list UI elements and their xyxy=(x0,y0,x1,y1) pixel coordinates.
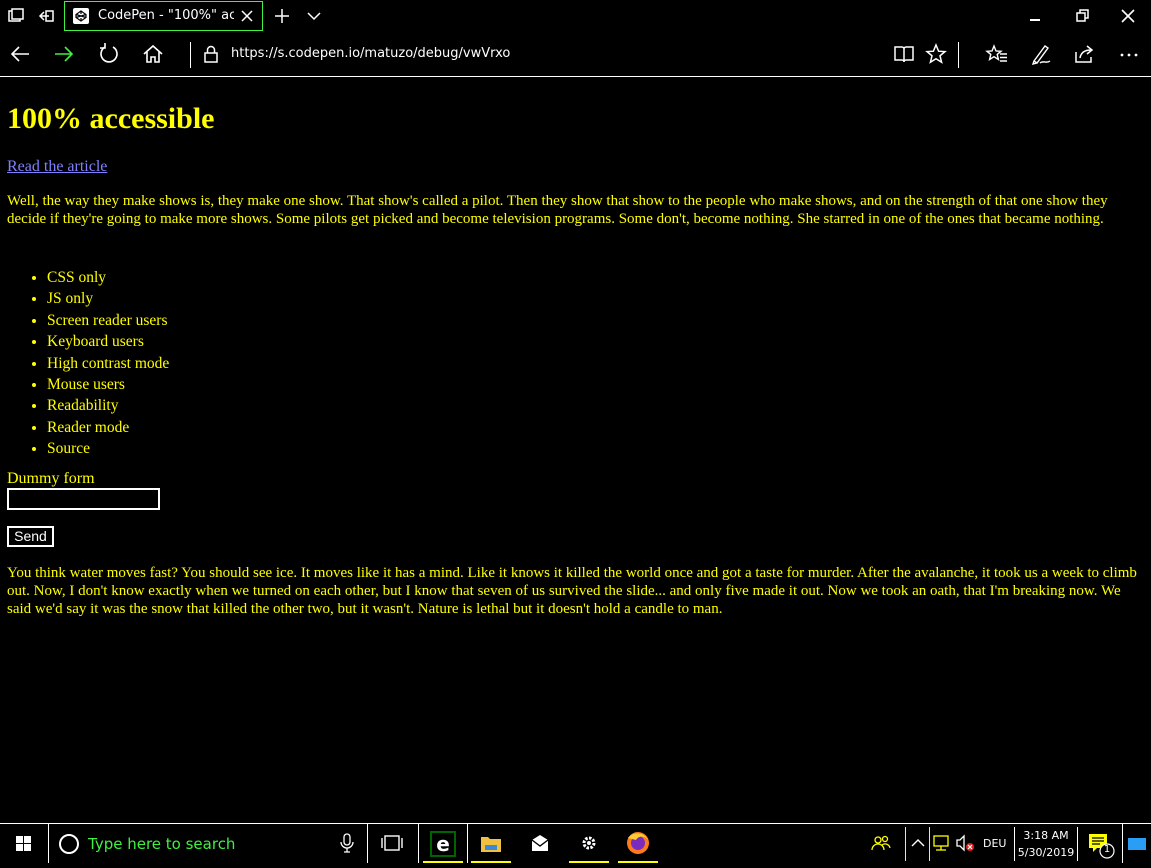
cortana-icon xyxy=(59,834,79,854)
taskbar-firefox[interactable] xyxy=(614,824,662,863)
network-icon[interactable] xyxy=(931,832,953,854)
windows-taskbar: Type here to search e DEU 3:18 AM 5/30/2… xyxy=(0,823,1151,863)
task-view-button[interactable] xyxy=(368,824,416,863)
edge-icon: e xyxy=(430,831,456,857)
notification-count: 1 xyxy=(1103,844,1111,855)
reading-view-icon[interactable] xyxy=(892,42,916,66)
favorites-hub-icon[interactable] xyxy=(985,42,1009,66)
list-item: Mouse users xyxy=(47,374,169,395)
clock-date: 5/30/2019 xyxy=(1017,846,1075,859)
svg-text:e: e xyxy=(436,832,450,856)
favorite-star-icon[interactable] xyxy=(924,42,948,66)
read-article-link[interactable]: Read the article xyxy=(7,157,107,177)
dummy-form-label: Dummy form xyxy=(7,470,95,487)
send-button[interactable]: Send xyxy=(7,526,54,547)
search-placeholder: Type here to search xyxy=(88,835,236,853)
list-item: Reader mode xyxy=(47,417,169,438)
notification-icon xyxy=(1089,834,1115,859)
more-options-icon[interactable] xyxy=(1117,42,1141,66)
toolbar-divider xyxy=(190,42,191,68)
set-aside-tabs-icon[interactable] xyxy=(36,6,56,26)
feature-list: CSS only JS only Screen reader users Key… xyxy=(7,267,169,460)
list-item: JS only xyxy=(47,288,169,309)
task-view-icon xyxy=(381,835,403,851)
volume-muted-icon[interactable] xyxy=(954,832,976,854)
outro-paragraph: You think water moves fast? You should s… xyxy=(7,565,1137,617)
tray-divider xyxy=(905,827,906,861)
action-center-button[interactable]: 1 xyxy=(1080,824,1120,863)
input-language[interactable]: DEU xyxy=(983,837,1006,850)
page-content: 100% accessible Read the article Well, t… xyxy=(0,77,1151,823)
mail-icon xyxy=(531,835,549,851)
windows-start-icon[interactable] xyxy=(0,824,48,863)
tab-manager-icon[interactable] xyxy=(6,6,26,26)
address-bar[interactable]: https://s.codepen.io/matuzo/debug/vwVrxo xyxy=(231,46,510,61)
list-item: Keyboard users xyxy=(47,331,169,352)
browser-toolbar: https://s.codepen.io/matuzo/debug/vwVrxo xyxy=(0,32,1151,77)
minimize-icon[interactable] xyxy=(1025,6,1045,26)
new-tab-icon[interactable] xyxy=(272,6,292,26)
page-title: 100% accessible xyxy=(7,102,215,135)
back-icon[interactable] xyxy=(8,42,32,66)
home-icon[interactable] xyxy=(141,42,165,66)
lock-icon[interactable] xyxy=(202,44,220,64)
gear-icon xyxy=(582,836,596,850)
clock-time: 3:18 AM xyxy=(1023,829,1069,842)
list-item: Readability xyxy=(47,395,169,416)
browser-tab-bar: CodePen - "100%" acce: xyxy=(0,0,1151,32)
folder-icon xyxy=(481,837,501,852)
close-window-icon[interactable] xyxy=(1118,6,1138,26)
share-icon[interactable] xyxy=(1072,42,1096,66)
tray-divider xyxy=(1122,824,1123,863)
forward-icon[interactable] xyxy=(52,42,76,66)
toolbar-divider xyxy=(958,42,959,68)
taskbar-search-box[interactable]: Type here to search xyxy=(48,824,368,863)
dummy-form-input[interactable] xyxy=(7,488,160,510)
restore-icon[interactable] xyxy=(1072,6,1092,26)
codepen-icon xyxy=(73,8,89,24)
taskbar-clock[interactable]: 3:18 AM 5/30/2019 xyxy=(1014,827,1078,861)
refresh-icon[interactable] xyxy=(97,42,121,66)
microphone-icon[interactable] xyxy=(339,833,355,853)
list-item: Screen reader users xyxy=(47,310,169,331)
close-tab-icon[interactable] xyxy=(240,9,254,23)
list-item: CSS only xyxy=(47,267,169,288)
firefox-icon xyxy=(627,832,649,854)
taskbar-edge[interactable]: e xyxy=(418,824,468,863)
tray-divider xyxy=(929,827,930,861)
list-item: High contrast mode xyxy=(47,353,169,374)
taskbar-settings[interactable] xyxy=(565,824,613,863)
people-icon[interactable] xyxy=(869,832,893,854)
tab-title: CodePen - "100%" acce: xyxy=(98,8,234,23)
list-item: Source xyxy=(47,438,169,459)
show-desktop-icon[interactable] xyxy=(1125,832,1149,856)
pen-notes-icon[interactable] xyxy=(1029,42,1053,66)
intro-paragraph: Well, the way they make shows is, they m… xyxy=(7,193,1108,227)
tab-codepen[interactable]: CodePen - "100%" acce: xyxy=(64,1,263,31)
taskbar-mail[interactable] xyxy=(516,824,564,863)
chevron-down-icon[interactable] xyxy=(304,6,324,26)
taskbar-file-explorer[interactable] xyxy=(467,824,515,863)
chevron-up-icon[interactable] xyxy=(908,832,928,854)
